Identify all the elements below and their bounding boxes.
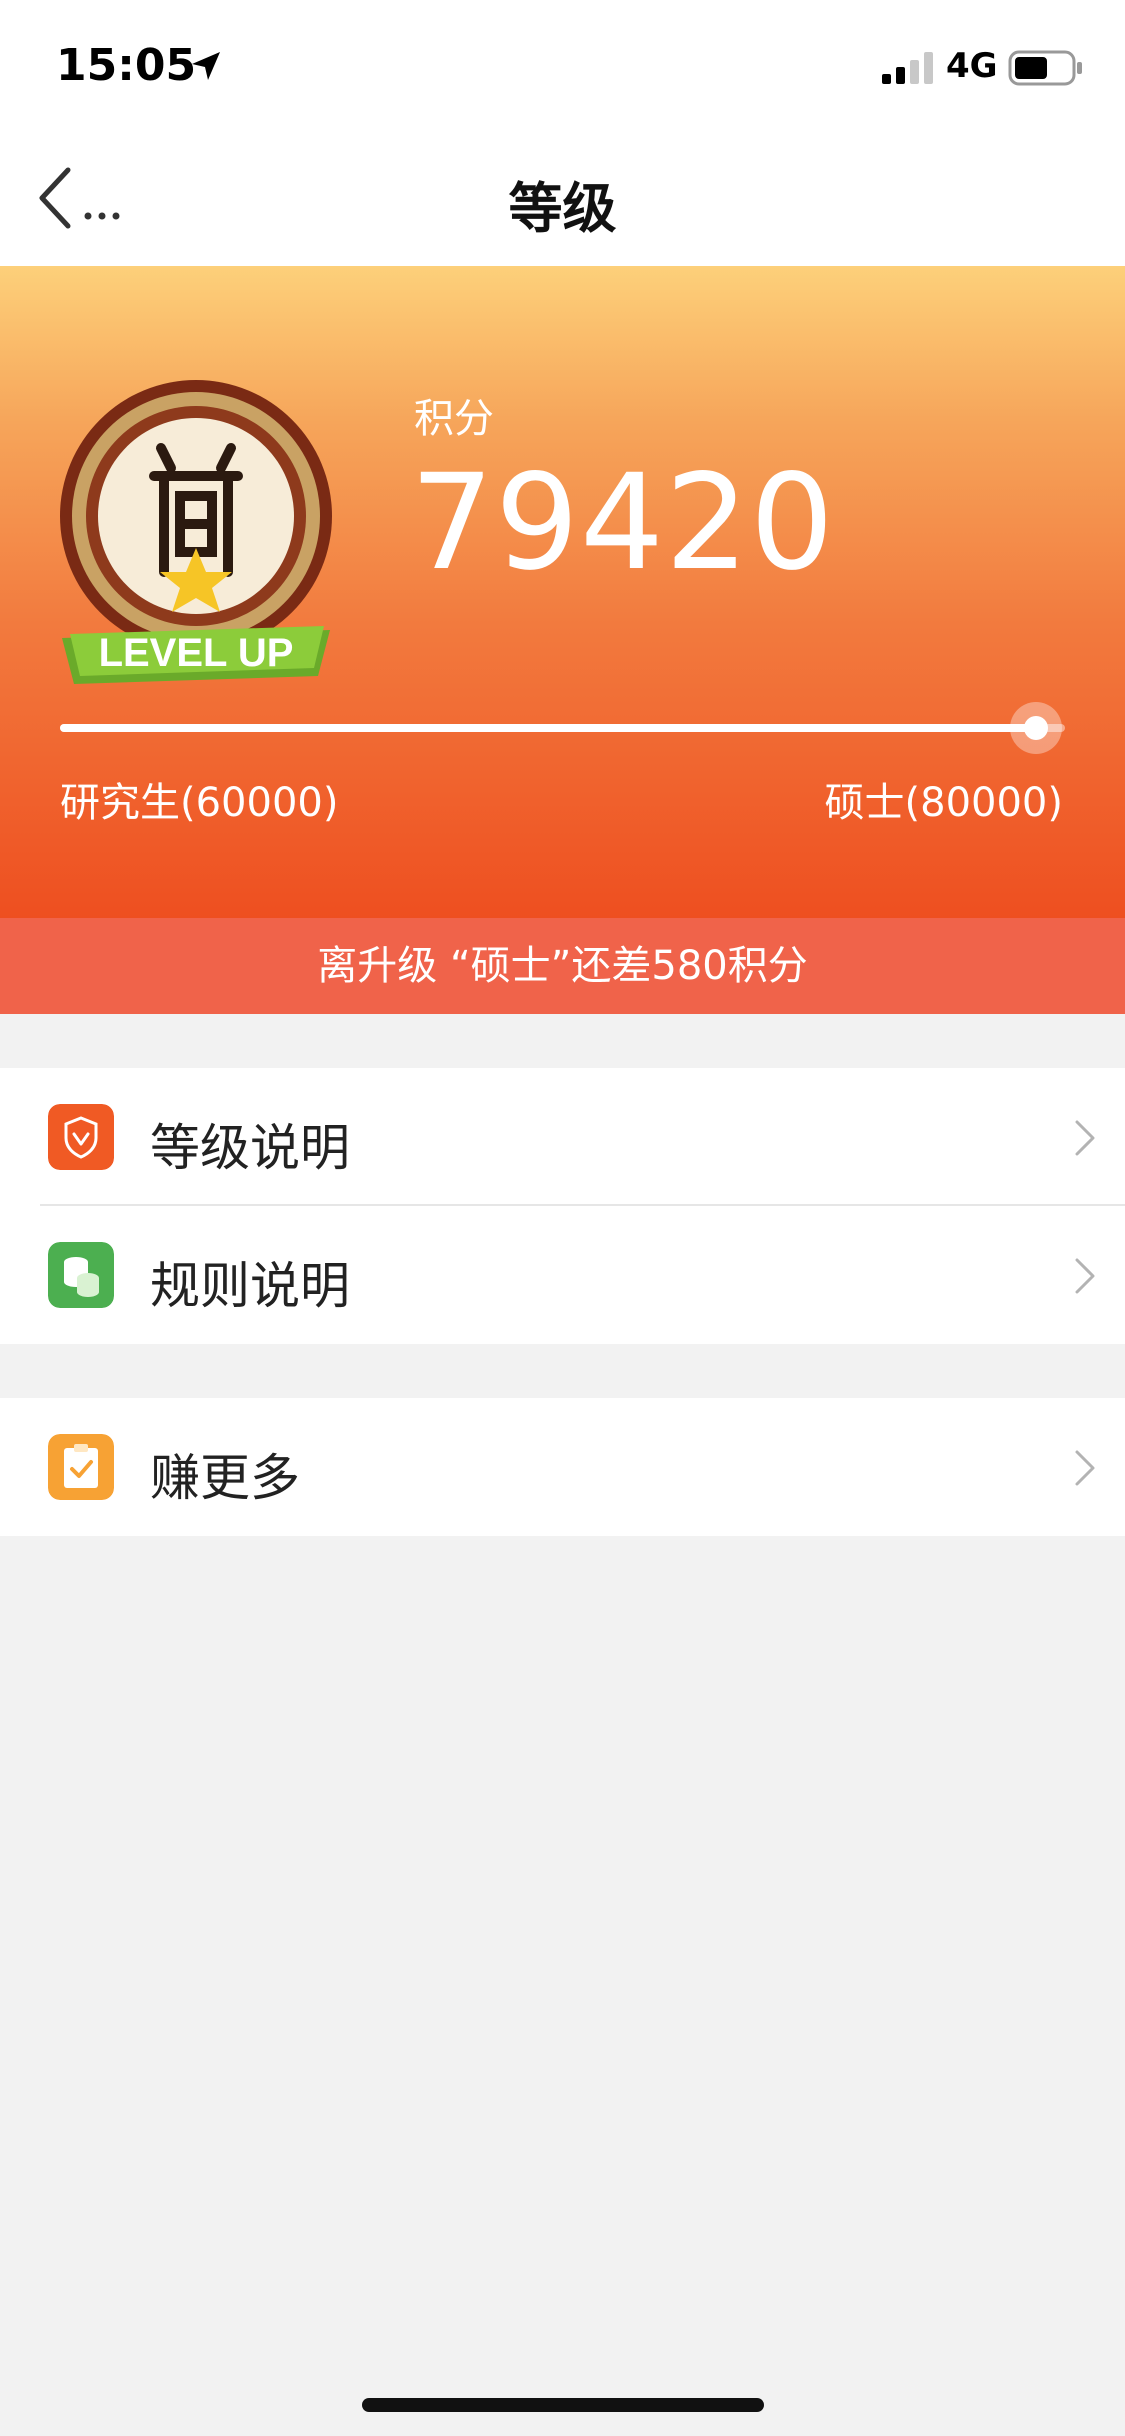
points-value: 79420: [410, 446, 835, 600]
home-indicator[interactable]: [362, 2398, 764, 2412]
level-hero: LEVEL UP 积分 79420 研究生(60000) 硕士(80000): [0, 266, 1125, 918]
points-label: 积分: [414, 396, 494, 442]
location-arrow-icon: [192, 52, 220, 80]
level-up-text: LEVEL UP: [99, 631, 294, 675]
page-title: 等级: [508, 177, 617, 240]
menu-item-label: 规则说明: [150, 1257, 350, 1315]
menu-item-label: 等级说明: [150, 1119, 350, 1177]
nav-bar: 等级: [0, 136, 1125, 266]
level-progress-bar: [60, 702, 1065, 754]
cellular-signal-icon: [882, 52, 933, 84]
menu-item-label: 赚更多: [150, 1449, 300, 1507]
menu-group-earn: 赚更多: [0, 1398, 1125, 1536]
level-progress-knob-dot: [1023, 716, 1048, 740]
menu-item-earn-more[interactable]: 赚更多: [0, 1398, 1125, 1536]
chevron-right-icon: [1075, 1450, 1095, 1486]
shield-icon: [48, 1104, 114, 1170]
level-badge-icon: LEVEL UP: [60, 380, 332, 684]
upgrade-hint-banner: 离升级 “硕士”还差580积分: [0, 918, 1125, 1014]
next-level-label: 硕士(80000): [824, 780, 1063, 826]
coins-icon: [48, 1242, 114, 1308]
status-bar: 15:05 4G: [0, 0, 1125, 136]
menu-item-rule-description[interactable]: 规则说明: [0, 1206, 1125, 1344]
menu-item-level-description[interactable]: 等级说明: [0, 1068, 1125, 1206]
chevron-right-icon: [1075, 1258, 1095, 1294]
current-level-label: 研究生(60000): [60, 780, 339, 826]
menu-group-info: 等级说明 规则说明: [0, 1068, 1125, 1344]
battery-icon: [1008, 50, 1082, 86]
level-progress-fill: [60, 724, 1036, 732]
network-type: 4G: [946, 46, 998, 86]
clipboard-check-icon: [48, 1434, 114, 1500]
status-time: 15:05: [56, 40, 197, 91]
level-progress-knob: [1009, 702, 1062, 754]
chevron-right-icon: [1075, 1120, 1095, 1156]
